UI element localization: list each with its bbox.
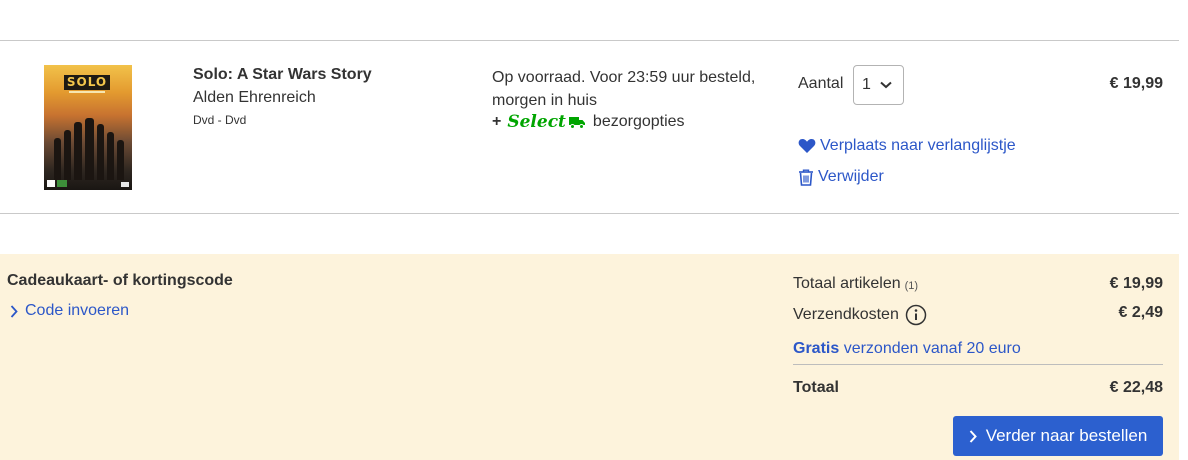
cover-figure xyxy=(74,122,82,180)
checkout-button[interactable]: Verder naar bestellen xyxy=(953,416,1163,456)
remove-item-link[interactable]: Verwijder xyxy=(798,168,884,186)
select-suffix: bezorgopties xyxy=(592,113,685,130)
items-total-value: € 19,99 xyxy=(1109,275,1163,292)
select-plus: + xyxy=(492,113,502,130)
shipping-label: Verzendkosten xyxy=(793,306,899,323)
items-total-row: Totaal artikelen (1) € 19,99 xyxy=(793,272,1163,301)
items-total-label: Totaal artikelen xyxy=(793,275,901,292)
select-brand: Select xyxy=(507,112,566,132)
truck-icon xyxy=(568,117,585,129)
select-delivery-options[interactable]: + Select bezorgopties xyxy=(492,112,685,132)
shipping-row: Verzendkosten € 2,49 xyxy=(793,301,1163,330)
chevron-down-icon xyxy=(880,81,892,89)
free-shipping-rest: verzonden vanaf 20 euro xyxy=(843,340,1021,357)
wishlist-label: Verplaats naar verlanglijstje xyxy=(820,137,1016,154)
heart-icon xyxy=(798,139,816,153)
cover-figure xyxy=(85,118,94,180)
chevron-right-icon xyxy=(969,429,977,443)
dvd-logo xyxy=(121,182,129,187)
totals-block: Totaal artikelen (1) € 19,99 Verzendkost… xyxy=(793,272,1163,396)
cover-figure xyxy=(64,130,71,180)
chevron-right-icon xyxy=(10,304,18,318)
product-title[interactable]: Solo: A Star Wars Story xyxy=(193,66,372,84)
enter-code-link[interactable]: Code invoeren xyxy=(10,302,129,320)
quantity-select[interactable]: 1 xyxy=(853,65,904,105)
grand-total-value: € 22,48 xyxy=(1109,379,1163,396)
grand-total-label: Totaal xyxy=(793,379,839,396)
product-cover-image[interactable]: SOLO xyxy=(44,65,132,190)
cover-badge xyxy=(57,180,67,187)
quantity-label: Aantal xyxy=(798,75,844,92)
move-to-wishlist-link[interactable]: Verplaats naar verlanglijstje xyxy=(798,137,1016,155)
cart-item-row: SOLO Solo: A Star Wars Story Alden Ehren… xyxy=(0,40,1179,214)
quantity-value: 1 xyxy=(862,76,871,93)
shipping-value: € 2,49 xyxy=(1118,304,1163,321)
coupon-title: Cadeaukaart- of kortingscode xyxy=(7,272,233,289)
line-price: € 19,99 xyxy=(1109,75,1163,92)
product-format: Dvd - Dvd xyxy=(193,113,247,127)
items-count: (1) xyxy=(904,279,919,292)
enter-code-label: Code invoeren xyxy=(25,302,130,319)
cover-figure xyxy=(107,132,114,180)
stock-status: Op voorraad. Voor 23:59 uur besteld, mor… xyxy=(492,69,756,109)
trash-icon xyxy=(799,169,813,186)
product-artist: Alden Ehrenreich xyxy=(193,89,316,106)
cover-subtitle-bar xyxy=(69,91,105,93)
info-icon[interactable] xyxy=(905,304,927,326)
cover-figure xyxy=(117,140,124,180)
grand-total-row: Totaal € 22,48 xyxy=(793,364,1163,408)
age-rating-badge xyxy=(47,180,55,187)
cover-figure xyxy=(54,138,61,180)
cover-figure xyxy=(97,124,104,180)
free-shipping-note: Gratis verzonden vanaf 20 euro xyxy=(793,340,1021,358)
order-summary-panel: Cadeaukaart- of kortingscode Code invoer… xyxy=(0,254,1179,460)
cover-logo: SOLO xyxy=(64,75,110,90)
checkout-label: Verder naar bestellen xyxy=(985,426,1148,445)
remove-label: Verwijder xyxy=(818,168,884,185)
free-shipping-bold: Gratis xyxy=(793,340,840,357)
